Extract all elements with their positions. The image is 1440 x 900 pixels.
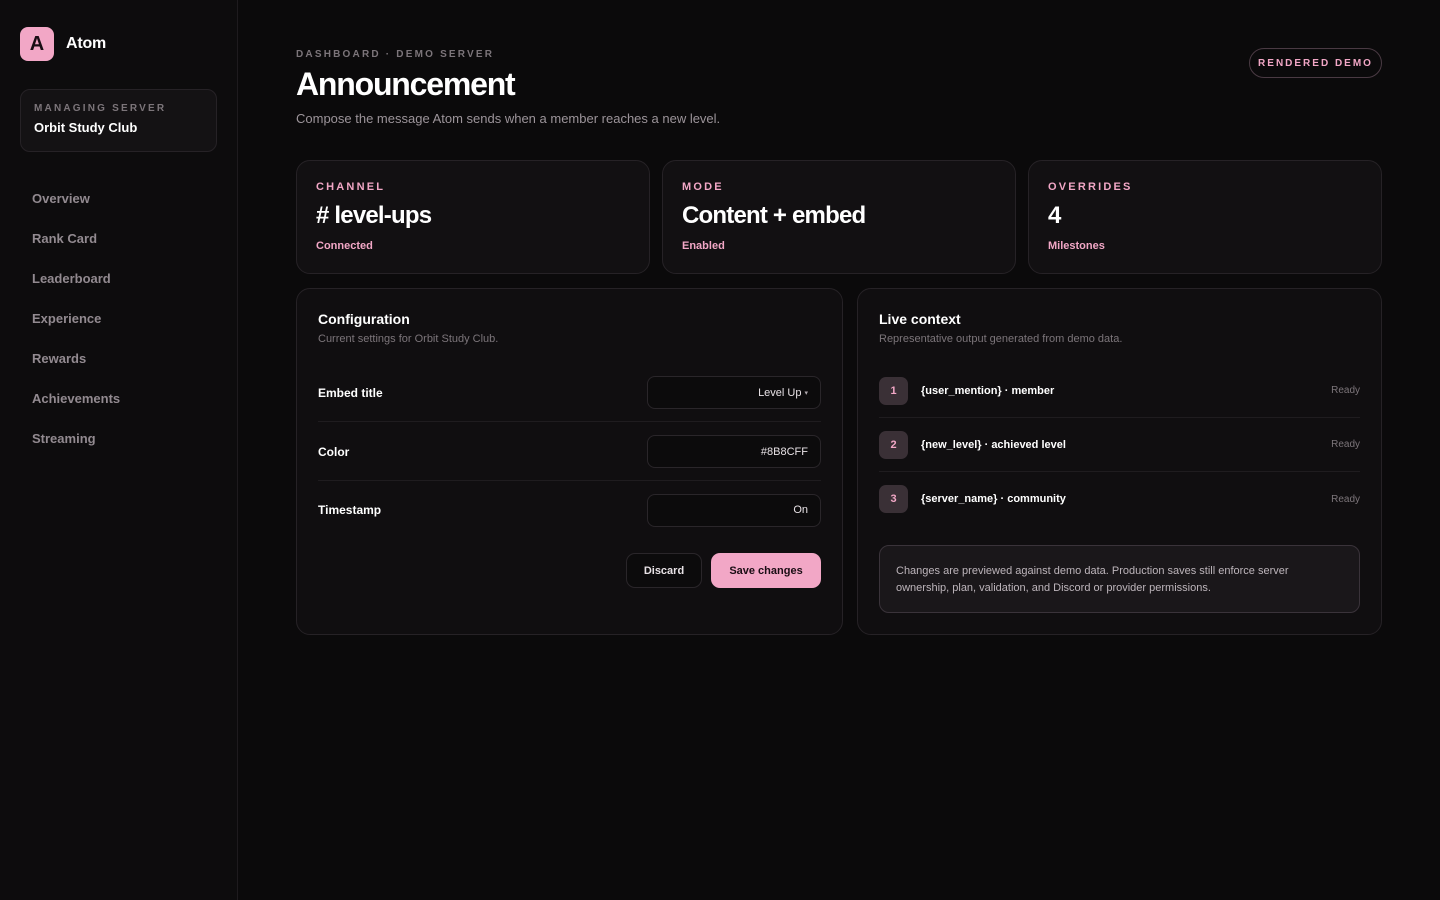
color-input[interactable]: #8B8CFF (647, 435, 821, 468)
stat-value: # level-ups (316, 202, 432, 229)
sidebar-item-streaming[interactable]: Streaming (20, 418, 217, 458)
input-value: On (793, 504, 808, 516)
context-number: 2 (879, 430, 908, 459)
field-label: Timestamp (318, 503, 382, 517)
sidebar-item-achievements[interactable]: Achievements (20, 378, 217, 418)
sidebar-item-experience[interactable]: Experience (20, 298, 217, 338)
discard-button[interactable]: Discard (626, 553, 702, 588)
sidebar: A Atom MANAGING SERVER Orbit Study Club … (0, 0, 238, 900)
panel-subtitle: Representative output generated from dem… (879, 333, 1123, 345)
field-label: Embed title (318, 385, 383, 400)
timestamp-input[interactable]: On (647, 493, 821, 527)
context-item: 3 {server_name} · community Ready (879, 472, 1360, 526)
panel-title: Configuration (318, 311, 410, 327)
select-value: Level Up (758, 386, 802, 399)
stat-status: Connected (316, 240, 373, 252)
field-row-embed-title: Embed title Level Up ▾ (318, 364, 821, 422)
context-variable: {new_level} · achieved level (921, 438, 1066, 451)
brand[interactable]: A Atom (20, 27, 106, 61)
context-variable: {user_mention} · member (921, 384, 1055, 397)
app-root: A Atom MANAGING SERVER Orbit Study Club … (0, 0, 1440, 900)
chevron-down-icon: ▾ (804, 389, 808, 397)
save-changes-button[interactable]: Save changes (711, 553, 821, 588)
sidebar-item-rank-card[interactable]: Rank Card (20, 218, 217, 258)
context-item: 1 {user_mention} · member Ready (879, 364, 1360, 418)
sidebar-nav: Overview Rank Card Leaderboard Experienc… (20, 178, 217, 458)
brand-logo: A (20, 27, 54, 61)
stat-status: Milestones (1048, 240, 1105, 252)
rendered-demo-badge: RENDERED DEMO (1249, 48, 1382, 78)
panel-title: Live context (879, 311, 961, 327)
context-number: 3 (879, 485, 908, 513)
stat-status: Enabled (682, 240, 725, 252)
server-kicker: MANAGING SERVER (34, 103, 167, 114)
brand-name: Atom (66, 35, 107, 52)
server-name: Orbit Study Club (34, 120, 138, 135)
context-number: 1 (879, 376, 908, 405)
field-row-color: Color #8B8CFF (318, 423, 821, 481)
panel-subtitle: Current settings for Orbit Study Club. (318, 333, 499, 345)
context-status: Ready (1331, 493, 1360, 505)
sidebar-item-rewards[interactable]: Rewards (20, 338, 217, 378)
stat-card-mode: MODE Content + embed Enabled (662, 160, 1016, 274)
live-context-panel: Live context Representative output gener… (857, 288, 1382, 635)
context-status: Ready (1331, 439, 1360, 450)
stat-card-channel: CHANNEL # level-ups Connected (296, 160, 650, 274)
configuration-panel: Configuration Current settings for Orbit… (296, 288, 843, 635)
context-item: 2 {new_level} · achieved level Ready (879, 418, 1360, 472)
page-subtitle: Compose the message Atom sends when a me… (296, 111, 721, 126)
stat-label: MODE (682, 181, 724, 193)
sidebar-item-leaderboard[interactable]: Leaderboard (20, 258, 217, 298)
stat-card-overrides: OVERRIDES 4 Milestones (1028, 160, 1382, 274)
breadcrumb: DASHBOARD · DEMO SERVER (296, 49, 495, 60)
context-status: Ready (1331, 385, 1360, 396)
embed-title-select[interactable]: Level Up ▾ (647, 376, 821, 409)
page-title: Announcement (296, 66, 516, 102)
server-selector[interactable]: MANAGING SERVER Orbit Study Club (20, 89, 217, 152)
sidebar-item-overview[interactable]: Overview (20, 178, 217, 218)
stat-label: OVERRIDES (1048, 181, 1133, 193)
context-variable: {server_name} · community (921, 493, 1066, 505)
stat-label: CHANNEL (316, 181, 386, 193)
input-value: #8B8CFF (760, 445, 808, 458)
stat-value: Content + embed (682, 202, 866, 229)
field-row-timestamp: Timestamp On (318, 481, 821, 539)
stat-value: 4 (1048, 202, 1061, 229)
field-label: Color (318, 444, 350, 459)
demo-notice: Changes are previewed against demo data.… (879, 545, 1360, 613)
